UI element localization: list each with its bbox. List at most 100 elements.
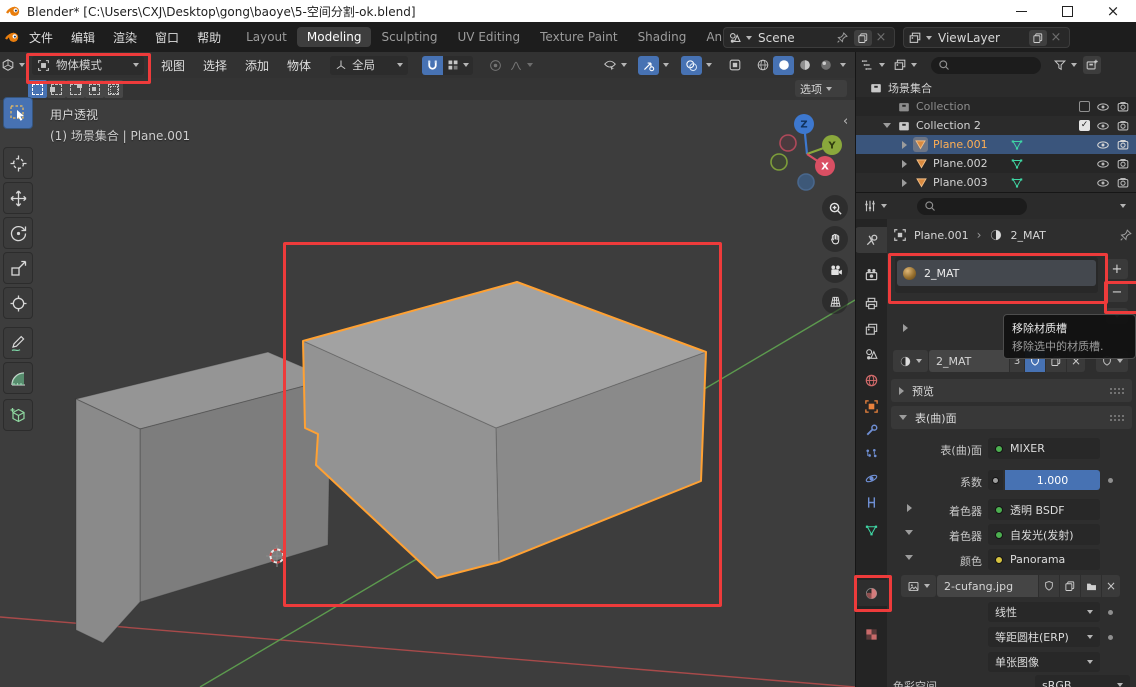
hide-eye-icon[interactable]: [1096, 176, 1110, 190]
overlays-dropdown[interactable]: [702, 56, 716, 75]
animate-dot-icon[interactable]: [1108, 478, 1113, 483]
viewlayer-name[interactable]: ViewLayer: [938, 31, 1023, 45]
image-fake-user-button[interactable]: [1039, 575, 1059, 597]
open-image-button[interactable]: [1081, 575, 1101, 597]
tool-select-box[interactable]: [3, 97, 33, 129]
shader1-dropdown[interactable]: 透明 BSDF: [988, 499, 1100, 520]
colorspace-dropdown[interactable]: sRGB: [1035, 675, 1130, 687]
snap-toggle[interactable]: [422, 56, 443, 75]
tool-measure[interactable]: [3, 362, 33, 394]
close-button[interactable]: ×: [1090, 0, 1136, 22]
pan-button[interactable]: [822, 226, 848, 252]
projection-dropdown[interactable]: 等距圆柱(ERP): [988, 627, 1100, 647]
row-plane-001[interactable]: Plane.001: [855, 135, 1136, 154]
outliner-display-mode-button[interactable]: [893, 58, 917, 72]
tool-rotate[interactable]: [3, 217, 33, 249]
tab-layout[interactable]: Layout: [236, 27, 297, 47]
tool-cursor[interactable]: [3, 147, 33, 179]
remove-slot-button[interactable]: −: [1106, 282, 1128, 302]
surface-value-dropdown[interactable]: MIXER: [988, 438, 1100, 459]
new-scene-button[interactable]: [854, 30, 872, 46]
add-slot-button[interactable]: +: [1106, 259, 1128, 279]
disable-render-camera-icon[interactable]: [1116, 138, 1130, 152]
hide-eye-icon[interactable]: [1096, 138, 1110, 152]
collapse-arrow-icon[interactable]: [883, 123, 891, 128]
blender-icon[interactable]: [4, 29, 20, 45]
tab-texture-paint[interactable]: Texture Paint: [530, 27, 627, 47]
row-scene-collection[interactable]: 场景集合: [855, 78, 1136, 97]
tab-modeling[interactable]: Modeling: [297, 27, 372, 47]
gizmos-toggle[interactable]: [638, 56, 659, 75]
hide-eye-icon[interactable]: [1096, 157, 1110, 171]
breadcrumb-object[interactable]: Plane.001: [914, 229, 969, 242]
shading-material-button[interactable]: [794, 56, 815, 75]
tool-options-dropdown[interactable]: 选项: [795, 80, 847, 97]
image-name-field[interactable]: 2-cufang.jpg: [937, 575, 1038, 597]
unlink-image-button[interactable]: ×: [1102, 575, 1120, 597]
tool-add-cube[interactable]: [3, 399, 33, 431]
select-mode-intersect-button[interactable]: [104, 80, 123, 98]
properties-editor-button[interactable]: [863, 199, 887, 213]
row-plane-002[interactable]: Plane.002: [855, 154, 1136, 173]
tab-uv-editing[interactable]: UV Editing: [448, 27, 531, 47]
overlays-toggle[interactable]: [681, 56, 702, 75]
expand-arrow-icon[interactable]: [902, 141, 907, 149]
menu-select[interactable]: 选择: [194, 57, 236, 74]
tab-world[interactable]: [855, 367, 887, 393]
remove-viewlayer-button[interactable]: ×: [1047, 30, 1065, 46]
tool-scale[interactable]: [3, 252, 33, 284]
viewlayer-selector[interactable]: ViewLayer ×: [903, 27, 1070, 48]
select-mode-subtract-button[interactable]: [66, 80, 85, 98]
tool-annotate[interactable]: [3, 327, 33, 359]
tab-shading[interactable]: Shading: [628, 27, 697, 47]
new-collection-button[interactable]: [1083, 56, 1101, 74]
minimize-button[interactable]: [998, 0, 1044, 22]
menu-view[interactable]: 视图: [152, 57, 194, 74]
orthographic-toggle-button[interactable]: [822, 288, 848, 314]
row-plane-003[interactable]: Plane.003: [855, 173, 1136, 192]
tab-object-data[interactable]: [855, 517, 887, 543]
factor-socket-button[interactable]: [988, 470, 1003, 490]
hide-eye-icon[interactable]: [1096, 119, 1110, 133]
row-collection[interactable]: Collection: [855, 97, 1136, 116]
drag-grip-icon[interactable]: [1109, 414, 1124, 422]
visibility-dropdown[interactable]: [598, 56, 632, 75]
tab-modifiers[interactable]: [855, 417, 887, 443]
select-mode-invert-button[interactable]: [85, 80, 104, 98]
image-new-button[interactable]: [1060, 575, 1080, 597]
shading-solid-button[interactable]: [773, 56, 794, 75]
disable-render-camera-icon[interactable]: [1116, 176, 1130, 190]
shader2-dropdown[interactable]: 自发光(发射): [988, 524, 1100, 545]
expand-arrow-icon[interactable]: [902, 160, 907, 168]
tab-view-layer[interactable]: [855, 316, 887, 342]
xray-toggle[interactable]: [724, 56, 746, 75]
exclude-checkbox[interactable]: [1079, 101, 1090, 112]
drag-grip-icon[interactable]: [1109, 387, 1124, 395]
menu-file[interactable]: 文件: [20, 29, 62, 46]
transform-orientation-dropdown[interactable]: 全局: [330, 56, 408, 75]
hide-eye-icon[interactable]: [1096, 100, 1110, 114]
tab-object[interactable]: [855, 393, 887, 419]
tab-render[interactable]: [855, 261, 887, 287]
menu-render[interactable]: 渲染: [104, 29, 146, 46]
shading-rendered-button[interactable]: [815, 56, 836, 75]
tab-particles[interactable]: [855, 441, 887, 467]
animate-dot-icon[interactable]: [1108, 635, 1113, 640]
browse-image-button[interactable]: [901, 575, 936, 597]
tab-scene[interactable]: [855, 341, 887, 367]
proportional-editing-toggle[interactable]: [485, 56, 505, 75]
disable-render-camera-icon[interactable]: [1116, 157, 1130, 171]
animate-dot-icon[interactable]: [1108, 610, 1113, 615]
camera-view-button[interactable]: [822, 257, 848, 283]
tab-tool[interactable]: [855, 227, 887, 253]
tool-move[interactable]: [3, 182, 33, 214]
select-mode-new-button[interactable]: [28, 80, 47, 98]
color-dropdown[interactable]: Panorama: [988, 549, 1100, 570]
row-collection-2[interactable]: Collection 2 ✓: [855, 116, 1136, 135]
outliner-filter-button[interactable]: [1053, 58, 1077, 72]
exclude-checkbox[interactable]: ✓: [1079, 120, 1090, 131]
material-slot-item[interactable]: 2_MAT: [897, 260, 1096, 286]
unlink-scene-button[interactable]: ×: [872, 30, 890, 46]
scene-name[interactable]: Scene: [758, 31, 830, 45]
editor-divider[interactable]: [855, 52, 856, 687]
